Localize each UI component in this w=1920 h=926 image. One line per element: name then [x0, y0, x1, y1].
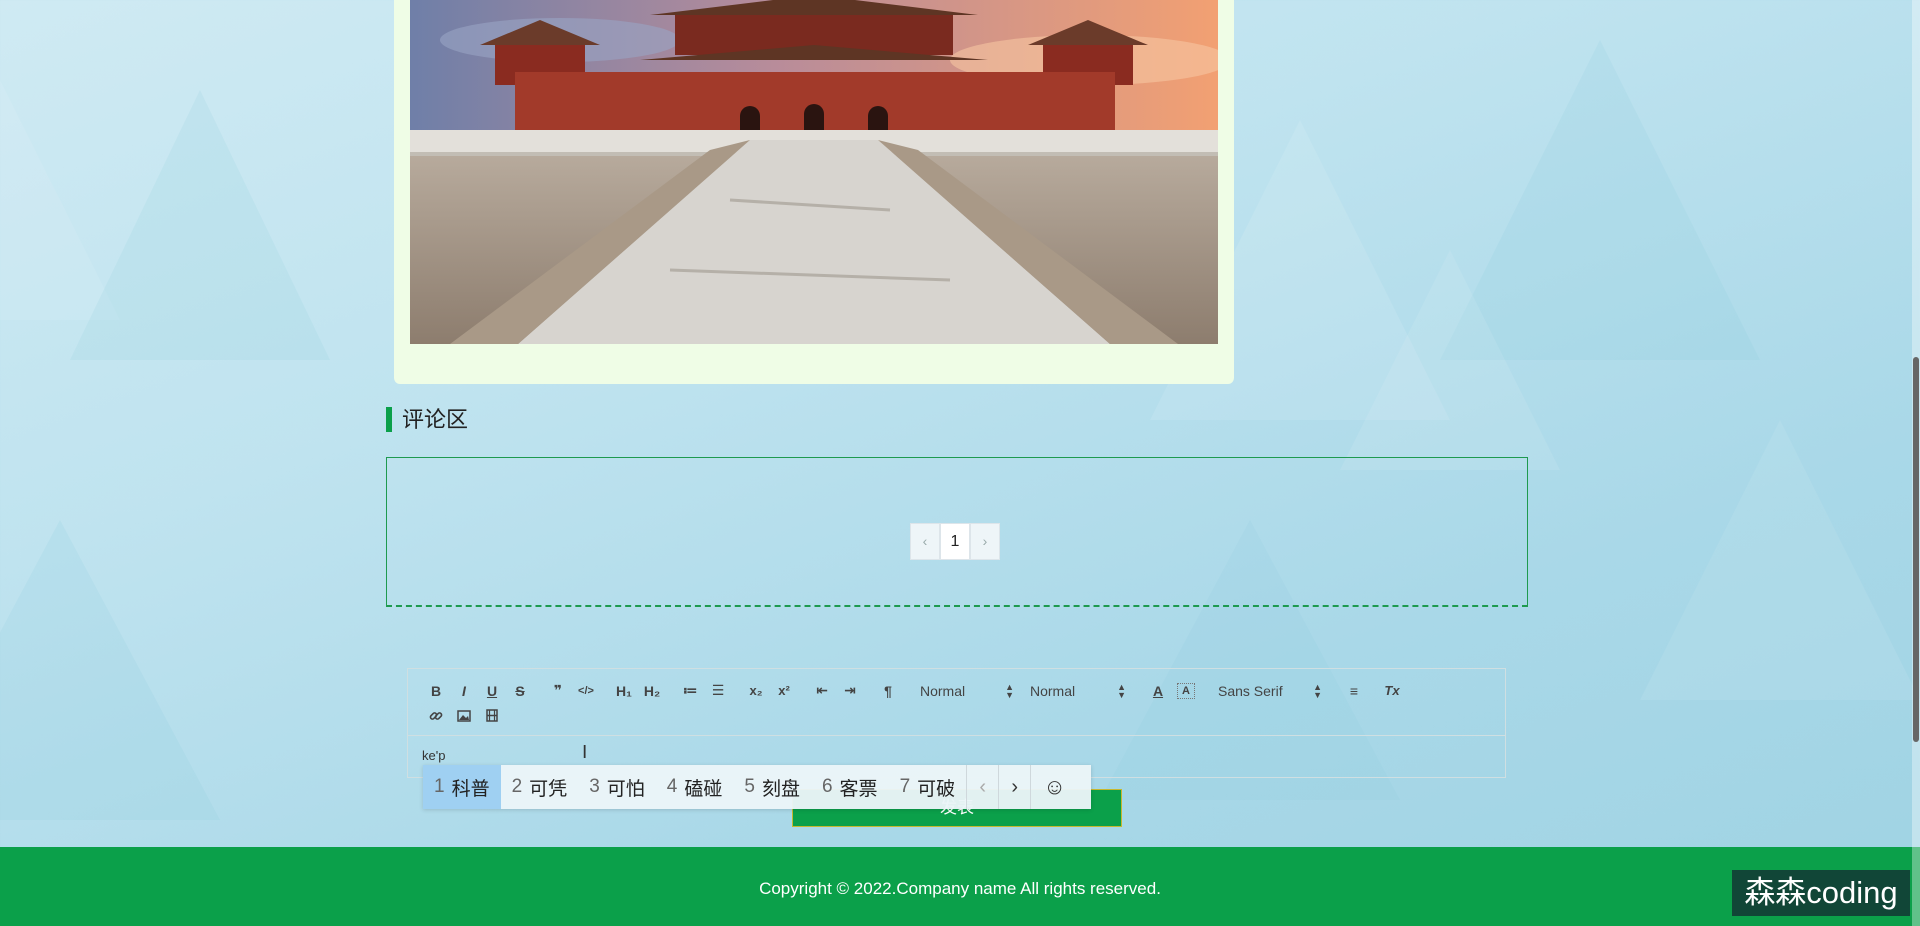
copyright-text: Copyright © 2022.Company name All rights… [759, 879, 1161, 898]
ime-candidate-bar: 1 科普 2 可凭 3 可怕 4 磕碰 5 刻盘 6 客票 7 可破 ‹ › ☺ [423, 765, 1091, 809]
article-card [394, 0, 1234, 384]
watermark: 森森coding [1732, 870, 1910, 916]
header-picker[interactable]: Normal ▲ ▼ [1022, 679, 1134, 702]
pagination-next-button[interactable]: › [970, 523, 1000, 560]
picker-arrow-icon: ▲ ▼ [1117, 681, 1126, 700]
header-2-button[interactable]: H₂ [638, 679, 666, 702]
page-scrollbar[interactable] [1912, 0, 1920, 926]
italic-button[interactable]: I [450, 679, 478, 702]
size-picker[interactable]: Normal ▲ ▼ [912, 679, 1022, 702]
align-button[interactable]: ≡ [1340, 679, 1368, 702]
ordered-list-button[interactable]: ≔ [676, 679, 704, 702]
editor-toolbar: B I U S ❞ </> H₁ H₂ ≔ ☰ x₂ x² ⇤ ⇥ ¶ Norm… [408, 669, 1505, 736]
video-icon [486, 709, 498, 722]
picker-arrow-icon: ▲ ▼ [1313, 681, 1322, 700]
video-button[interactable] [478, 704, 506, 727]
picker-arrow-icon: ▲ ▼ [1005, 681, 1014, 700]
ime-candidate[interactable]: 3 可怕 [578, 765, 656, 809]
ime-next-page-icon[interactable]: › [998, 765, 1030, 809]
ime-candidate[interactable]: 4 磕碰 [656, 765, 734, 809]
article-image [410, 0, 1218, 344]
subscript-button[interactable]: x₂ [742, 679, 770, 702]
bullet-list-button[interactable]: ☰ [704, 679, 732, 702]
header-picker-label: Normal [1030, 682, 1076, 699]
size-picker-label: Normal [920, 682, 966, 699]
scrollbar-thumb[interactable] [1913, 357, 1919, 742]
pagination: ‹ 1 › [910, 523, 1000, 560]
outdent-button[interactable]: ⇤ [808, 679, 836, 702]
ime-prev-page-icon[interactable]: ‹ [966, 765, 998, 809]
pagination-prev-button[interactable]: ‹ [910, 523, 940, 560]
pagination-page-1[interactable]: 1 [940, 523, 970, 560]
background-color-button[interactable]: A [1177, 682, 1195, 699]
strike-button[interactable]: S [506, 679, 534, 702]
link-button[interactable] [422, 704, 450, 727]
superscript-button[interactable]: x² [770, 679, 798, 702]
underline-button[interactable]: U [478, 679, 506, 702]
ime-candidate[interactable]: 1 科普 [423, 765, 501, 809]
i-beam-cursor-icon: I [582, 742, 588, 763]
text-direction-button[interactable]: ¶ [874, 679, 902, 702]
ime-candidate[interactable]: 6 客票 [811, 765, 889, 809]
ime-candidate[interactable]: 5 刻盘 [733, 765, 811, 809]
font-picker-label: Sans Serif [1218, 682, 1283, 699]
rich-text-editor: B I U S ❞ </> H₁ H₂ ≔ ☰ x₂ x² ⇤ ⇥ ¶ Norm… [407, 668, 1506, 778]
link-icon [429, 711, 443, 720]
footer: Copyright © 2022.Company name All rights… [0, 847, 1920, 926]
blockquote-button[interactable]: ❞ [544, 679, 572, 702]
code-block-button[interactable]: </> [572, 679, 600, 702]
text-color-button[interactable]: A [1144, 679, 1172, 702]
comment-list: ‹ 1 › [386, 457, 1528, 607]
image-icon [457, 709, 471, 722]
header-1-button[interactable]: H₁ [610, 679, 638, 702]
comment-section-title: 评论区 [386, 407, 468, 432]
ime-candidate[interactable]: 7 可破 [889, 765, 967, 809]
image-button[interactable] [450, 704, 478, 727]
ime-candidate[interactable]: 2 可凭 [501, 765, 579, 809]
bold-button[interactable]: B [422, 679, 450, 702]
font-picker[interactable]: Sans Serif ▲ ▼ [1210, 679, 1330, 702]
clean-format-button[interactable]: Tx [1378, 679, 1406, 702]
ime-emoji-icon[interactable]: ☺ [1030, 765, 1078, 809]
indent-button[interactable]: ⇥ [836, 679, 864, 702]
